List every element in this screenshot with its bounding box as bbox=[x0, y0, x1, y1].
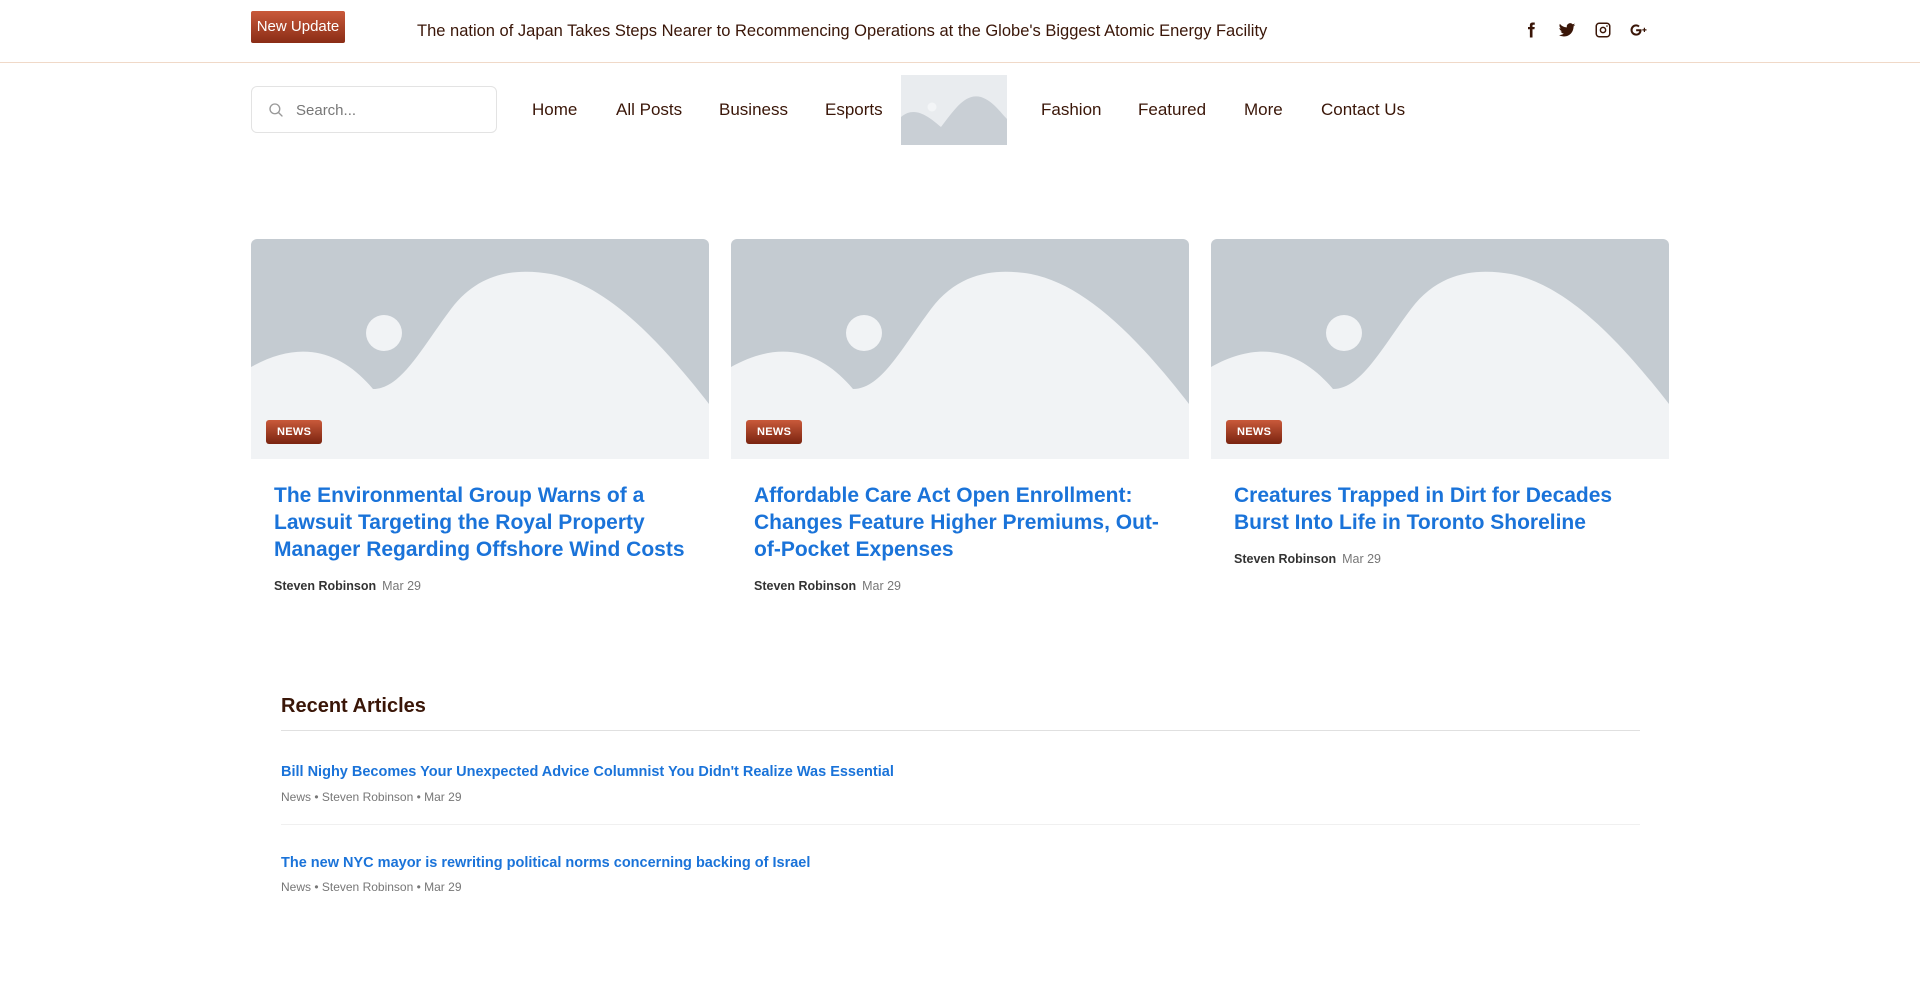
card-image[interactable]: NEWS bbox=[731, 239, 1189, 459]
recent-articles-heading: Recent Articles bbox=[281, 695, 426, 717]
card-author[interactable]: Steven Robinson bbox=[1234, 552, 1336, 566]
featured-card[interactable]: NEWS The Environmental Group Warns of a … bbox=[251, 239, 709, 593]
nav-more[interactable]: More bbox=[1244, 100, 1283, 120]
card-title[interactable]: The Environmental Group Warns of a Lawsu… bbox=[274, 482, 694, 563]
nav-business[interactable]: Business bbox=[719, 100, 788, 120]
divider bbox=[281, 824, 1640, 825]
nav-fashion[interactable]: Fashion bbox=[1041, 100, 1101, 120]
nav-esports[interactable]: Esports bbox=[825, 100, 883, 120]
category-tag[interactable]: NEWS bbox=[266, 420, 323, 444]
featured-card[interactable]: NEWS Affordable Care Act Open Enrollment… bbox=[731, 239, 1189, 593]
card-author[interactable]: Steven Robinson bbox=[754, 579, 856, 593]
search-icon bbox=[269, 103, 283, 117]
search-box[interactable] bbox=[251, 86, 497, 133]
nav-home[interactable]: Home bbox=[532, 100, 577, 120]
card-meta: Steven Robinson Mar 29 bbox=[754, 579, 901, 593]
twitter-icon[interactable] bbox=[1555, 18, 1579, 42]
top-bar: New Update The nation of Japan Takes Ste… bbox=[0, 0, 1920, 63]
card-author[interactable]: Steven Robinson bbox=[274, 579, 376, 593]
nav-all-posts[interactable]: All Posts bbox=[616, 100, 682, 120]
card-title[interactable]: Affordable Care Act Open Enrollment: Cha… bbox=[754, 482, 1174, 563]
card-image[interactable]: NEWS bbox=[1211, 239, 1669, 459]
card-meta: Steven Robinson Mar 29 bbox=[1234, 552, 1381, 566]
recent-article-meta: News • Steven Robinson • Mar 29 bbox=[281, 790, 462, 804]
category-tag[interactable]: NEWS bbox=[1226, 420, 1283, 444]
featured-card[interactable]: NEWS Creatures Trapped in Dirt for Decad… bbox=[1211, 239, 1669, 566]
google-plus-icon[interactable] bbox=[1627, 18, 1651, 42]
card-title[interactable]: Creatures Trapped in Dirt for Decades Bu… bbox=[1234, 482, 1654, 536]
nav-featured[interactable]: Featured bbox=[1138, 100, 1206, 120]
recent-article-link[interactable]: Bill Nighy Becomes Your Unexpected Advic… bbox=[281, 764, 894, 780]
card-meta: Steven Robinson Mar 29 bbox=[274, 579, 421, 593]
instagram-icon[interactable] bbox=[1591, 18, 1615, 42]
divider bbox=[281, 730, 1640, 731]
card-date: Mar 29 bbox=[382, 579, 421, 593]
news-ticker[interactable]: The nation of Japan Takes Steps Nearer t… bbox=[417, 22, 1267, 41]
recent-article-link[interactable]: The new NYC mayor is rewriting political… bbox=[281, 855, 810, 871]
card-image[interactable]: NEWS bbox=[251, 239, 709, 459]
image-placeholder-icon bbox=[901, 75, 1007, 145]
nav-contact-us[interactable]: Contact Us bbox=[1321, 100, 1405, 120]
card-date: Mar 29 bbox=[862, 579, 901, 593]
recent-article-meta: News • Steven Robinson • Mar 29 bbox=[281, 880, 462, 894]
search-input[interactable] bbox=[296, 97, 486, 123]
new-update-badge: New Update bbox=[251, 11, 345, 43]
site-logo-placeholder[interactable] bbox=[901, 75, 1007, 145]
card-date: Mar 29 bbox=[1342, 552, 1381, 566]
category-tag[interactable]: NEWS bbox=[746, 420, 803, 444]
facebook-icon[interactable] bbox=[1519, 18, 1543, 42]
